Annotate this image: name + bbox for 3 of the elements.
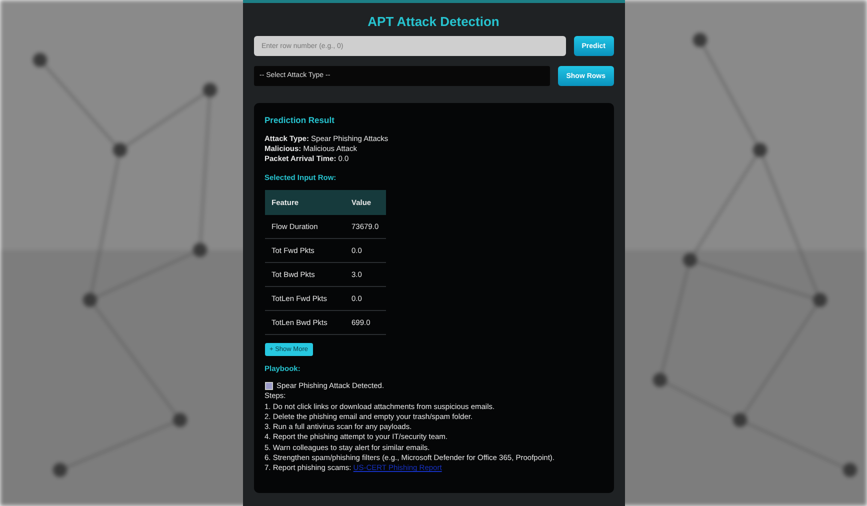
square-icon xyxy=(264,382,272,390)
app-title: APT Attack Detection xyxy=(366,14,500,29)
result-heading: Prediction Result xyxy=(264,115,336,125)
